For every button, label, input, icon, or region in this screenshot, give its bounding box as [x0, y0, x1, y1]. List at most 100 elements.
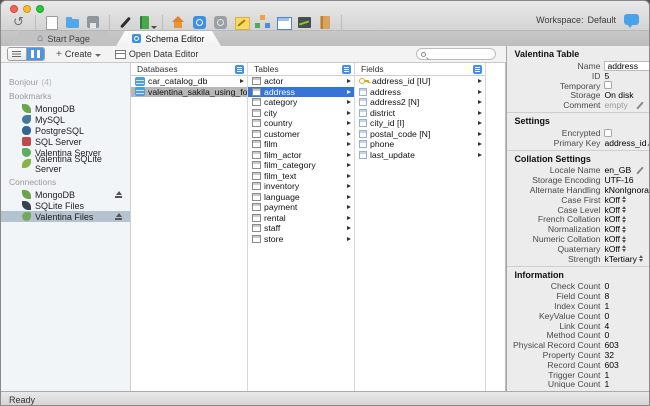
camera-gray-icon[interactable] — [213, 15, 228, 30]
table-window-icon[interactable] — [276, 15, 291, 30]
property-value: 603 — [604, 340, 618, 350]
bookmark-sql-server[interactable]: SQL Server — [1, 136, 130, 147]
property-value-input[interactable] — [604, 61, 649, 71]
filter-badge-icon[interactable] — [235, 65, 244, 74]
eject-icon[interactable] — [115, 213, 122, 220]
table-row[interactable]: inventory — [248, 181, 354, 192]
property-label: Size — [507, 389, 600, 391]
stepper-icon[interactable] — [622, 226, 626, 233]
stepper-icon[interactable] — [622, 236, 626, 243]
field-row[interactable]: phone — [355, 139, 485, 150]
stepper-icon[interactable] — [622, 216, 626, 223]
property-value: kOff — [604, 234, 620, 244]
field-row[interactable]: postal_code [N] — [355, 129, 485, 140]
undo-icon[interactable] — [12, 15, 27, 30]
stepper-icon[interactable] — [622, 206, 626, 213]
note-icon[interactable] — [234, 15, 249, 30]
table-icon — [252, 130, 261, 138]
table-row[interactable]: payment — [248, 202, 354, 213]
field-row[interactable]: city_id [I] — [355, 118, 485, 129]
book-green-icon[interactable] — [139, 15, 154, 30]
bookmark-postgresql[interactable]: PostgreSQL — [1, 125, 130, 136]
disclosure-arrow-icon — [478, 111, 482, 115]
report-icon[interactable] — [318, 15, 333, 30]
list-view-button[interactable] — [8, 48, 26, 60]
table-row[interactable]: film_category — [248, 160, 354, 171]
stepper-icon[interactable] — [622, 196, 626, 203]
bonjour-count: (4) — [41, 77, 51, 87]
search-input[interactable] — [426, 49, 486, 59]
edit-pencil-icon[interactable] — [635, 166, 644, 175]
table-row[interactable]: country — [248, 118, 354, 129]
table-row[interactable]: customer — [248, 129, 354, 140]
bookmark-mysql[interactable]: MySQL — [1, 114, 130, 125]
field-row[interactable]: last_update — [355, 150, 485, 161]
open-data-editor-button[interactable]: Open Data Editor — [112, 48, 202, 60]
property-checkbox[interactable] — [604, 129, 612, 137]
home-icon[interactable] — [171, 15, 186, 30]
edit-pencil-icon[interactable] — [635, 101, 644, 110]
field-row[interactable]: address — [355, 87, 485, 98]
zoom-window-button[interactable] — [36, 5, 44, 13]
database-row[interactable]: valentina_sakila_using_foreign_key — [131, 87, 247, 98]
stepper-icon[interactable] — [622, 245, 626, 252]
filter-badge-icon[interactable] — [342, 65, 351, 74]
open-folder-icon[interactable] — [65, 15, 80, 30]
property-checkbox[interactable] — [604, 81, 612, 89]
table-row[interactable]: film — [248, 139, 354, 150]
schema-editor-icon[interactable] — [192, 15, 207, 30]
feedback-bubble-icon[interactable] — [624, 14, 639, 25]
field-row[interactable]: address2 [N] — [355, 97, 485, 108]
view-mode-segmented-control — [7, 47, 45, 61]
field-label: phone — [370, 139, 394, 149]
filter-badge-icon[interactable] — [473, 65, 482, 74]
property-label: Case First — [507, 195, 600, 205]
search-box — [416, 48, 496, 60]
tab-schema-editor[interactable]: Schema Editor — [116, 31, 221, 46]
table-row[interactable]: actor — [248, 76, 354, 87]
connection-valentina-files[interactable]: Valentina Files — [1, 211, 130, 222]
disclosure-arrow-icon — [347, 121, 351, 125]
eject-icon[interactable] — [115, 191, 122, 198]
property-label: Storage Encoding — [507, 175, 600, 185]
columns-view-button[interactable] — [26, 48, 44, 60]
property-row: Field Count8 — [507, 291, 649, 301]
property-value: 1 — [604, 301, 609, 311]
database-row[interactable]: car_catalog_db — [131, 76, 247, 87]
main-toolbar — [9, 14, 347, 30]
stepper-icon[interactable] — [639, 255, 643, 262]
create-button[interactable]: + Create — [53, 48, 104, 60]
table-icon — [252, 182, 261, 190]
table-row[interactable]: store — [248, 234, 354, 245]
sidebar-item-label: MongoDB — [35, 190, 75, 200]
disclosure-arrow-icon — [478, 79, 482, 83]
bookmark-mongodb[interactable]: MongoDB — [1, 103, 130, 114]
bookmark-valentina-sqlite-server[interactable]: Valentina SQLite Server — [1, 158, 130, 169]
empty-column — [486, 63, 506, 391]
save-icon[interactable] — [86, 15, 101, 30]
chart-icon[interactable] — [297, 15, 312, 30]
table-row[interactable]: address — [248, 87, 354, 98]
connection-sqlite-files[interactable]: SQLite Files — [1, 200, 130, 211]
field-row[interactable]: district — [355, 108, 485, 119]
table-row[interactable]: language — [248, 192, 354, 203]
table-row[interactable]: film_actor — [248, 150, 354, 161]
table-icon — [252, 88, 261, 96]
pen-icon[interactable] — [118, 15, 133, 30]
minimize-window-button[interactable] — [23, 5, 31, 13]
table-row[interactable]: staff — [248, 223, 354, 234]
property-value: On disk — [604, 90, 633, 100]
disclosure-arrow-icon — [347, 142, 351, 146]
table-row[interactable]: rental — [248, 213, 354, 224]
database-icon — [135, 87, 145, 96]
tab-start-page[interactable]: ⌂ Start Page — [11, 31, 116, 46]
connection-mongodb[interactable]: MongoDB — [1, 189, 130, 200]
table-row[interactable]: film_text — [248, 171, 354, 182]
close-window-button[interactable] — [10, 5, 18, 13]
table-row[interactable]: city — [248, 108, 354, 119]
table-row[interactable]: category — [248, 97, 354, 108]
field-row[interactable]: address_id [IU] — [355, 76, 485, 87]
new-document-icon[interactable] — [44, 15, 59, 30]
diagram-icon[interactable] — [255, 15, 270, 30]
property-label: Primary Key — [507, 138, 600, 148]
